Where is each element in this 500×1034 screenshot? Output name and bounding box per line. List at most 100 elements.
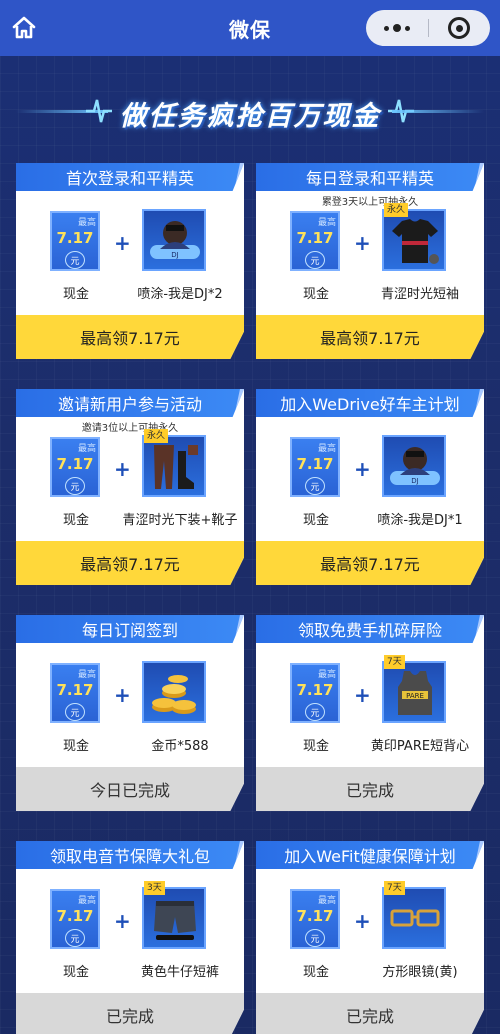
top-navbar: 微保 [0,0,500,56]
miniprogram-close-icon[interactable] [429,10,491,46]
item-duration-badge: 3天 [144,881,165,895]
claim-button[interactable]: 最高领7.17元 [256,541,484,585]
item-label: 青涩时光下装+靴子 [122,513,238,528]
card-subtitle: 累登3天以上可抽永久 [321,197,419,208]
completed-status: 已完成 [16,993,244,1034]
card-title: 每日订阅签到 [16,615,244,643]
cash-reward-icon: 最高 7.17 元 [290,437,340,497]
cash-top-label: 最高 [317,218,336,228]
claim-button[interactable]: 最高领7.17元 [16,541,244,585]
task-card[interactable]: 首次登录和平精英 最高 7.17 元 + DJ 现金 喷涂-我是DJ*2 最高领… [16,163,244,359]
completed-status: 已完成 [256,993,484,1034]
item-duration-badge: 永久 [144,429,169,443]
claim-button[interactable]: 最高领7.17元 [256,315,484,359]
task-card[interactable]: 领取免费手机碎屏险 最高 7.17 元 + PARE 7天 现金 黄印PARE短… [256,615,484,811]
item-duration-badge: 7天 [384,655,405,669]
home-icon[interactable] [8,12,40,44]
cash-reward-icon: 最高 7.17 元 [50,663,100,723]
svg-text:DJ: DJ [171,251,178,259]
cash-label: 现金 [302,965,329,980]
cash-unit: 元 [65,477,85,495]
card-title: 加入WeDrive好车主计划 [256,389,484,417]
card-title: 首次登录和平精英 [16,163,244,191]
promo-banner: 做任务疯抢百万现金 [0,88,500,138]
denim-shorts-icon: 3天 [142,881,206,949]
card-title: 每日登录和平精英 [256,163,484,191]
cash-amount: 7.17 [56,229,94,247]
item-label: 黄印PARE短背心 [370,739,470,754]
vest-icon: PARE 7天 [382,655,446,723]
cash-amount: 7.17 [296,681,334,699]
more-dots-icon[interactable] [366,10,428,46]
gold-coins-icon [142,661,206,723]
cash-top-label: 最高 [77,218,96,228]
miniprogram-capsule [366,10,490,46]
cash-top-label: 最高 [317,444,336,454]
cash-top-label: 最高 [317,670,336,680]
plus-icon: + [114,457,131,481]
cash-amount: 7.17 [296,455,334,473]
card-subtitle: 邀请3位以上可抽永久 [81,423,179,434]
plus-icon: + [114,909,131,933]
cash-unit: 元 [305,929,325,947]
svg-text:PARE: PARE [406,692,424,700]
cash-reward-icon: 最高 7.17 元 [290,889,340,949]
completed-status: 已完成 [256,767,484,811]
task-card[interactable]: 加入WeFit健康保障计划 最高 7.17 元 + 7天 现金 方形眼镜(黄) … [256,841,484,1034]
cash-top-label: 最高 [77,896,96,906]
item-label: 喷涂-我是DJ*2 [137,287,223,302]
cash-reward-icon: 最高 7.17 元 [290,211,340,271]
cash-top-label: 最高 [77,670,96,680]
completed-status: 今日已完成 [16,767,244,811]
plus-icon: + [114,683,131,707]
cash-unit: 元 [305,703,325,721]
item-label: 黄色牛仔短裤 [140,965,219,980]
spray-dj-icon: DJ [142,209,206,271]
cash-amount: 7.17 [56,455,94,473]
item-duration-badge: 7天 [384,881,405,895]
card-title: 领取免费手机碎屏险 [256,615,484,643]
task-card[interactable]: 加入WeDrive好车主计划 最高 7.17 元 + DJ 现金 喷涂-我是DJ… [256,389,484,585]
cash-top-label: 最高 [77,444,96,454]
cash-label: 现金 [62,513,89,528]
task-card[interactable]: 领取电音节保障大礼包 最高 7.17 元 + 3天 现金 黄色牛仔短裤 已完成 [16,841,244,1034]
pulse-left-icon [86,99,112,123]
task-card[interactable]: 每日登录和平精英 累登3天以上可抽永久 最高 7.17 元 + 永久 现金 青涩… [256,163,484,359]
cash-reward-icon: 最高 7.17 元 [50,889,100,949]
item-duration-badge: 永久 [384,203,409,217]
cash-top-label: 最高 [317,896,336,906]
cash-label: 现金 [62,287,89,302]
task-card[interactable]: 邀请新用户参与活动 邀请3位以上可抽永久 最高 7.17 元 + 永久 现金 青… [16,389,244,585]
plus-icon: + [354,909,371,933]
cash-unit: 元 [65,251,85,269]
task-card[interactable]: 每日订阅签到 最高 7.17 元 + 现金 金币*588 今日已完成 [16,615,244,811]
item-label: 青涩时光短袖 [380,287,459,302]
claim-button[interactable]: 最高领7.17元 [16,315,244,359]
svg-text:DJ: DJ [411,477,418,485]
plus-icon: + [354,683,371,707]
cash-unit: 元 [65,929,85,947]
spray-dj-icon: DJ [382,435,446,497]
cash-amount: 7.17 [296,907,334,925]
tshirt-icon: 永久 [382,203,446,271]
page-title: 微保 [229,17,271,42]
pants-boots-icon: 永久 [142,429,206,497]
cash-unit: 元 [305,251,325,269]
cash-reward-icon: 最高 7.17 元 [290,663,340,723]
banner-title: 做任务疯抢百万现金 [119,100,381,132]
cash-label: 现金 [302,287,329,302]
cash-label: 现金 [302,739,329,754]
card-title: 领取电音节保障大礼包 [16,841,244,869]
banner-line-right [392,110,484,113]
item-label: 金币*588 [151,739,209,754]
cash-amount: 7.17 [56,681,94,699]
plus-icon: + [354,457,371,481]
item-label: 方形眼镜(黄) [382,965,458,980]
cash-reward-icon: 最高 7.17 元 [50,437,100,497]
card-title: 加入WeFit健康保障计划 [256,841,484,869]
cash-label: 现金 [62,965,89,980]
item-label: 喷涂-我是DJ*1 [377,513,463,528]
cash-unit: 元 [305,477,325,495]
cash-amount: 7.17 [296,229,334,247]
square-glasses-icon: 7天 [382,881,446,949]
